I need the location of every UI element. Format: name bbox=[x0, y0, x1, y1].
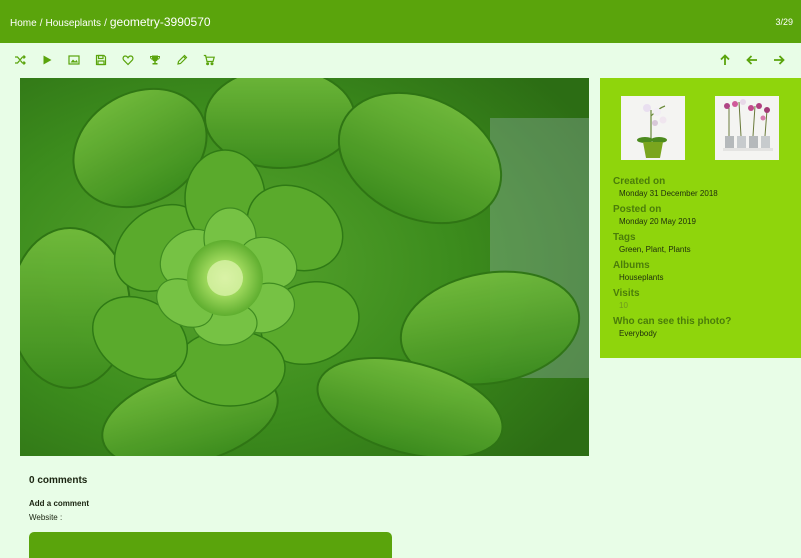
add-to-cart-button[interactable] bbox=[199, 50, 219, 70]
add-comment-heading: Add a comment bbox=[29, 499, 90, 508]
set-representative-button[interactable] bbox=[145, 50, 165, 70]
created-on-link[interactable]: Monday 31 December 2018 bbox=[619, 189, 718, 198]
posted-on-link[interactable]: Monday 20 May 2019 bbox=[619, 217, 696, 226]
posted-on-label: Posted on bbox=[613, 204, 662, 215]
trophy-icon bbox=[149, 55, 161, 65]
save-icon bbox=[95, 54, 107, 66]
created-on-value: Monday 31 December 2018 bbox=[613, 188, 793, 200]
orchids-thumbnail-image bbox=[715, 96, 779, 160]
toolbar-actions bbox=[10, 50, 226, 70]
up-to-album-button[interactable] bbox=[715, 50, 735, 70]
albums-label: Albums bbox=[613, 260, 650, 271]
slideshow-play-button[interactable] bbox=[37, 50, 57, 70]
photo-counter: 3/29 bbox=[775, 16, 793, 27]
next-photo-button[interactable] bbox=[769, 50, 789, 70]
website-field-label: Website : bbox=[29, 513, 63, 522]
arrow-up-icon bbox=[720, 54, 730, 65]
tags-value: Green, Plant, Plants bbox=[613, 244, 793, 256]
next-photo-thumbnail[interactable] bbox=[715, 96, 779, 160]
tags-link[interactable]: Green, Plant, Plants bbox=[619, 245, 691, 254]
breadcrumb-home-link[interactable]: Home bbox=[10, 18, 37, 29]
privacy-value: Everybody bbox=[619, 329, 657, 338]
shuffle-icon bbox=[15, 55, 26, 65]
website-input[interactable] bbox=[29, 532, 392, 558]
heart-icon bbox=[122, 55, 134, 66]
succulent-image bbox=[20, 78, 589, 456]
favorite-button[interactable] bbox=[118, 50, 138, 70]
image-size-button[interactable] bbox=[64, 50, 84, 70]
shuffle-button[interactable] bbox=[10, 50, 30, 70]
cart-icon bbox=[203, 54, 215, 66]
arrow-left-icon bbox=[746, 55, 757, 65]
tags-label: Tags bbox=[613, 232, 636, 243]
created-on-label: Created on bbox=[613, 176, 666, 187]
main-photo[interactable] bbox=[20, 78, 589, 456]
breadcrumb-separator: / bbox=[104, 17, 107, 29]
page-title: geometry-3990570 bbox=[109, 14, 211, 29]
breadcrumb-separator: / bbox=[39, 17, 43, 29]
comments-count: 0 comments bbox=[29, 475, 88, 486]
toolbar-navigation bbox=[708, 50, 789, 70]
breadcrumb: Home / Houseplants / geometry-3990570 bbox=[10, 15, 211, 29]
visits-label: Visits bbox=[613, 288, 640, 299]
photo-metadata: Created on Monday 31 December 2018 Poste… bbox=[613, 176, 793, 344]
header-bar: Home / Houseplants / geometry-3990570 3/… bbox=[0, 0, 801, 43]
privacy-label: Who can see this photo? bbox=[613, 316, 732, 327]
toolbar bbox=[0, 48, 801, 72]
posted-on-value: Monday 20 May 2019 bbox=[613, 216, 793, 228]
albums-value: Houseplants bbox=[613, 272, 793, 284]
pencil-icon bbox=[177, 54, 188, 65]
image-size-icon bbox=[68, 55, 80, 65]
visits-value: 10 bbox=[619, 301, 628, 310]
arrow-right-icon bbox=[774, 55, 785, 65]
previous-photo-button[interactable] bbox=[742, 50, 762, 70]
previous-photo-thumbnail[interactable] bbox=[621, 96, 685, 160]
album-link-houseplants[interactable]: Houseplants bbox=[619, 273, 663, 282]
comments-section: 0 comments Add a comment Website : bbox=[29, 475, 409, 522]
breadcrumb-album-link[interactable]: Houseplants bbox=[45, 18, 101, 29]
photo-info-panel: Created on Monday 31 December 2018 Poste… bbox=[600, 78, 801, 358]
edit-button[interactable] bbox=[172, 50, 192, 70]
orchid-thumbnail-image bbox=[621, 96, 685, 160]
play-icon bbox=[43, 55, 52, 65]
download-button[interactable] bbox=[91, 50, 111, 70]
